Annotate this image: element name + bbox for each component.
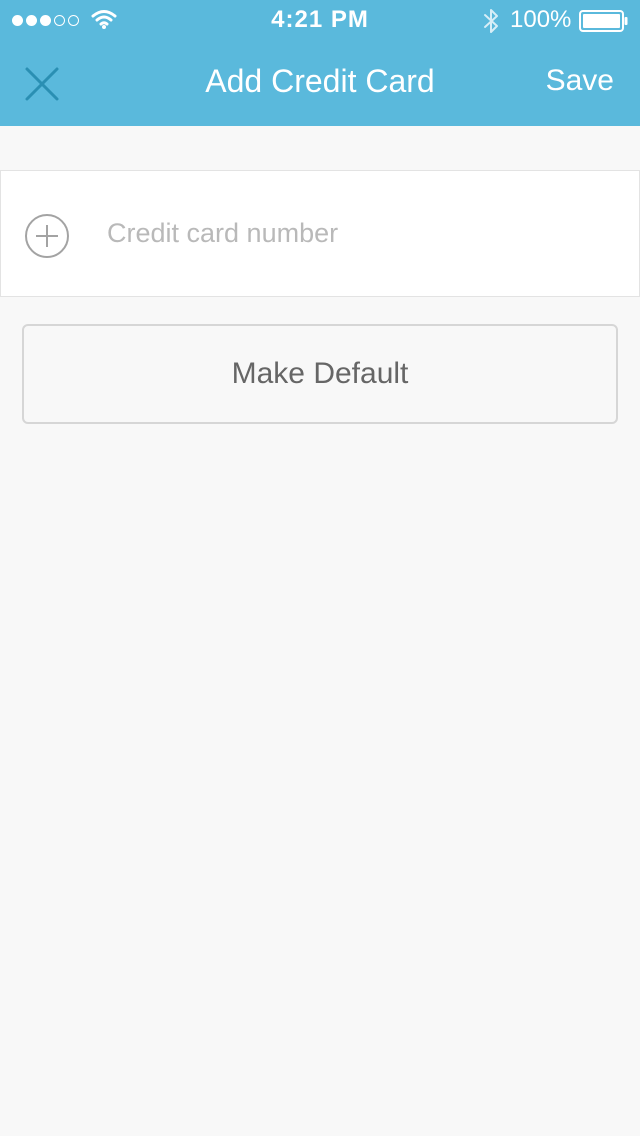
battery-percent: 100% <box>510 6 572 33</box>
battery-icon <box>579 10 628 32</box>
page-title: Add Credit Card <box>205 63 435 99</box>
save-button[interactable]: Save <box>546 64 614 98</box>
credit-card-row <box>0 170 640 297</box>
credit-card-number-input[interactable] <box>107 211 607 255</box>
status-bar: 4:21 PM 100% <box>0 0 640 40</box>
make-default-button[interactable]: Make Default <box>22 324 618 424</box>
nav-header: 4:21 PM 100% Add Credit Card Save <box>0 0 640 126</box>
close-button[interactable] <box>22 64 62 104</box>
close-icon <box>25 67 59 101</box>
plus-circle-icon[interactable] <box>24 213 70 259</box>
bluetooth-icon <box>484 9 498 33</box>
